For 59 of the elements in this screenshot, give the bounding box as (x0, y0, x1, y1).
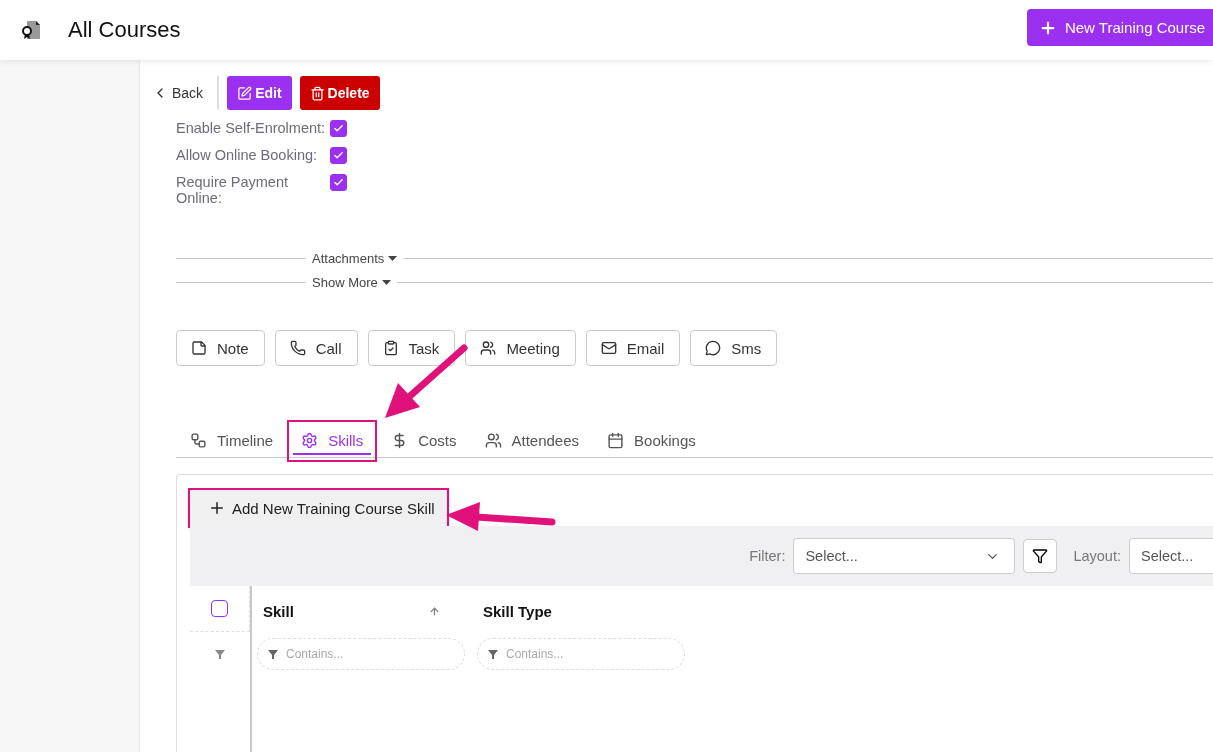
checkbox[interactable] (330, 147, 347, 164)
pen-square-icon (237, 85, 253, 101)
chat-bubble-icon (705, 340, 722, 356)
filter-label: Filter: (749, 548, 786, 564)
envelope-icon (600, 340, 617, 356)
trash-icon (309, 85, 325, 101)
people-icon (480, 340, 497, 356)
caret-down-icon (381, 279, 391, 285)
section-toggle[interactable]: Show More (312, 274, 391, 290)
layout-label: Layout: (1073, 548, 1121, 564)
filter-select[interactable]: Select... (793, 538, 1016, 574)
tab[interactable]: Skills (287, 420, 378, 462)
tab[interactable]: Timeline (176, 420, 288, 462)
column-header[interactable]: Skill Type (483, 602, 552, 620)
activity-button[interactable]: Task (367, 330, 456, 366)
field-label: Enable Self-Enrolment: (176, 120, 327, 136)
certificate-icon (22, 19, 42, 41)
tab[interactable]: Attendees (470, 420, 594, 462)
select-all-checkbox[interactable] (211, 600, 228, 617)
page-title: All Courses (68, 17, 182, 43)
edit-button[interactable]: Edit (227, 76, 292, 110)
activity-button[interactable]: Sms (690, 330, 778, 366)
note-icon (191, 340, 207, 356)
tab[interactable]: Costs (377, 420, 471, 462)
delete-button[interactable]: Delete (299, 76, 380, 110)
activity-button[interactable]: Note (176, 330, 265, 366)
caret-down-icon (388, 255, 398, 261)
new-training-course-button[interactable]: New Training Course (1026, 9, 1213, 46)
filter-placeholder: Contains... (506, 647, 564, 661)
activity-button[interactable]: Meeting (465, 330, 576, 366)
sort-arrow-icon[interactable] (429, 605, 440, 617)
people-icon (484, 432, 502, 449)
back-link[interactable]: Back (152, 76, 220, 110)
filter-placeholder: Contains... (286, 647, 344, 661)
activity-button[interactable]: Email (585, 330, 681, 366)
column-header[interactable]: Skill (263, 602, 294, 620)
add-skill-button[interactable]: Add New Training Course Skill (190, 490, 447, 526)
tab[interactable]: Bookings (593, 420, 710, 462)
check-icon (333, 123, 344, 134)
funnel-icon (1032, 548, 1049, 564)
checkbox[interactable] (330, 174, 347, 191)
activity-button[interactable]: Call (274, 330, 358, 366)
field-label: Require Payment Online: (176, 174, 290, 206)
funnel-icon (215, 649, 225, 659)
funnel-icon (268, 649, 278, 659)
calendar-icon (607, 432, 625, 449)
plus-icon (208, 499, 226, 517)
check-icon (333, 150, 344, 161)
phone-icon (289, 340, 306, 356)
clipboard-icon (382, 340, 399, 356)
filter-button[interactable] (1023, 539, 1058, 573)
layout-select[interactable]: Select... (1129, 538, 1213, 574)
field-label: Allow Online Booking: (176, 147, 319, 163)
section-toggle[interactable]: Attachments (312, 250, 398, 266)
nodes-icon (190, 432, 207, 449)
funnel-icon (488, 649, 498, 659)
checkbox[interactable] (330, 120, 347, 137)
gears-icon (301, 432, 319, 449)
check-icon (333, 177, 344, 188)
